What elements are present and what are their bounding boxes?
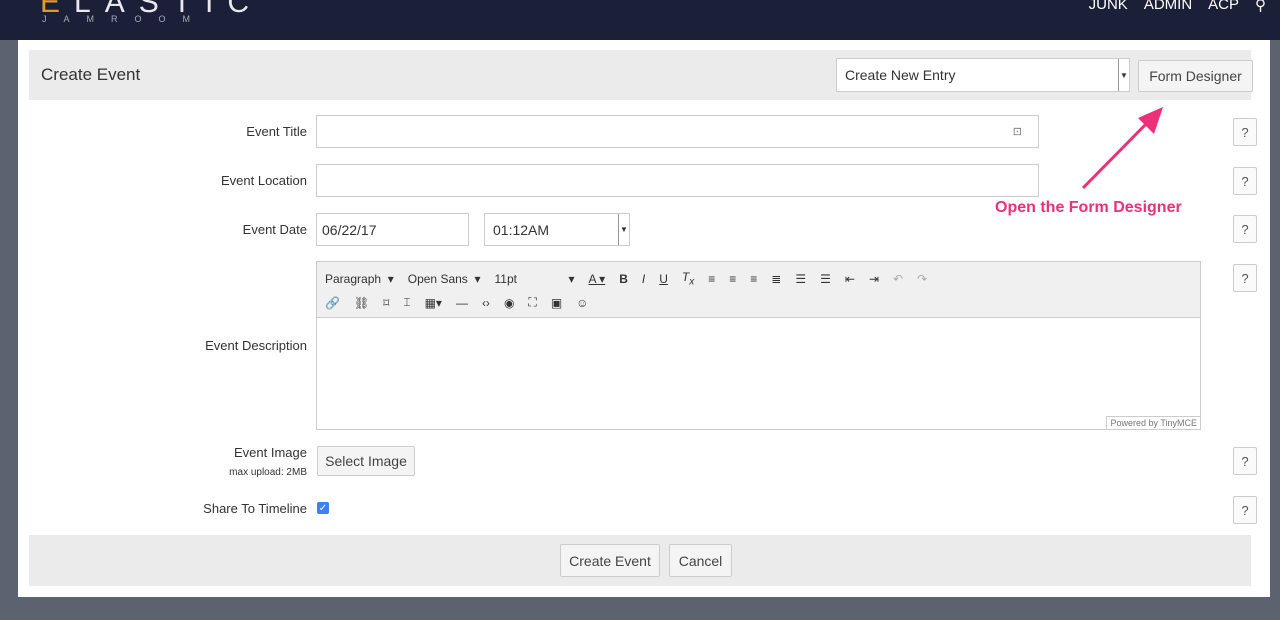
emoticon-icon[interactable]: ☺ <box>576 296 588 310</box>
horizontal-rule-icon[interactable]: — <box>456 296 468 310</box>
editor-toolbar: Paragraph ▾ Open Sans ▾ 11pt ▾ A ▾ B I U… <box>317 262 1200 318</box>
bookmark-icon[interactable]: ⌑ <box>383 296 389 310</box>
media-icon[interactable]: ▣ <box>551 296 562 310</box>
table-icon[interactable]: ▦▾ <box>425 296 442 310</box>
event-time-select[interactable]: 01:12AM ▼ <box>484 213 630 246</box>
chevron-down-icon: ▼ <box>618 214 629 245</box>
redo-icon[interactable]: ↷ <box>917 272 927 286</box>
event-title-label: Event Title <box>246 124 307 139</box>
format-dropdown[interactable]: Paragraph ▾ <box>325 272 394 286</box>
outdent-icon[interactable]: ⇤ <box>845 272 855 286</box>
italic-icon[interactable]: I <box>642 272 645 286</box>
entry-select[interactable]: Create New Entry ▼ <box>836 58 1130 92</box>
nav-acp[interactable]: ACP <box>1208 0 1239 14</box>
clear-format-icon[interactable]: Tx <box>682 270 694 287</box>
event-date-input[interactable]: 06/22/17 <box>316 213 469 246</box>
rich-text-editor[interactable]: Paragraph ▾ Open Sans ▾ 11pt ▾ A ▾ B I U… <box>316 261 1201 430</box>
event-description-label: Event Description <box>205 338 307 353</box>
logo-sub: JAMROOM <box>42 14 207 24</box>
form-panel: Create Event Create New Entry ▼ Form Des… <box>18 40 1270 597</box>
help-button[interactable]: ? <box>1233 264 1257 292</box>
annotation-text: Open the Form Designer <box>995 199 1182 216</box>
bullet-list-icon[interactable]: ☰ <box>795 272 806 286</box>
share-timeline-checkbox[interactable]: ✓ <box>317 502 329 514</box>
nav-junk[interactable]: JUNK <box>1089 0 1128 14</box>
event-location-input[interactable] <box>316 164 1039 197</box>
underline-icon[interactable]: U <box>659 272 668 286</box>
select-image-button[interactable]: Select Image <box>317 446 415 476</box>
search-icon[interactable]: ⚲ <box>1255 0 1266 14</box>
undo-icon[interactable]: ↶ <box>893 272 903 286</box>
event-time-value: 01:12AM <box>493 221 550 238</box>
arrow-annotation <box>1081 107 1163 190</box>
numbered-list-icon[interactable]: ☰ <box>820 272 831 286</box>
help-button[interactable]: ? <box>1233 447 1257 475</box>
preview-icon[interactable]: ◉ <box>504 296 514 310</box>
chevron-down-icon: ▼ <box>1118 59 1129 91</box>
form-footer: Create Event Cancel <box>29 535 1251 586</box>
help-button[interactable]: ? <box>1233 118 1257 146</box>
bold-icon[interactable]: B <box>619 272 628 286</box>
align-left-icon[interactable]: ≡ <box>708 272 715 286</box>
share-timeline-label: Share To Timeline <box>203 501 307 516</box>
link-icon[interactable]: 🔗 <box>325 296 340 310</box>
font-dropdown[interactable]: Open Sans ▾ <box>408 272 481 286</box>
code-icon[interactable]: ‹› <box>482 296 490 310</box>
help-button[interactable]: ? <box>1233 496 1257 524</box>
justify-icon[interactable]: ≣ <box>771 272 781 286</box>
create-event-button[interactable]: Create Event <box>560 544 660 577</box>
page-break-icon[interactable]: ⌶ <box>403 295 410 310</box>
fullscreen-icon[interactable]: ⛶ <box>528 295 536 310</box>
top-nav: ELASTIC JAMROOM JUNK ADMIN ACP ⚲ <box>0 0 1280 40</box>
text-color-icon[interactable]: A ▾ <box>589 272 606 286</box>
event-date-label: Event Date <box>242 222 307 237</box>
unlink-icon[interactable]: ⛓ <box>354 296 369 310</box>
help-button[interactable]: ? <box>1233 167 1257 195</box>
event-title-input[interactable]: ⊡ <box>316 115 1039 148</box>
help-button[interactable]: ? <box>1233 215 1257 243</box>
image-upload-hint: max upload: 2MB <box>229 467 307 478</box>
password-manager-icon[interactable]: ⊡ <box>1013 125 1022 138</box>
form-header: Create Event Create New Entry ▼ Form Des… <box>29 50 1253 100</box>
form-designer-button[interactable]: Form Designer <box>1138 60 1253 92</box>
indent-icon[interactable]: ⇥ <box>869 272 879 286</box>
align-center-icon[interactable]: ≡ <box>729 272 736 286</box>
event-location-label: Event Location <box>220 173 307 188</box>
align-right-icon[interactable]: ≡ <box>750 272 757 286</box>
cancel-button[interactable]: Cancel <box>669 544 732 577</box>
nav-admin[interactable]: ADMIN <box>1144 0 1192 14</box>
entry-select-value: Create New Entry <box>845 67 956 83</box>
size-dropdown[interactable]: 11pt ▾ <box>495 272 575 286</box>
page-title: Create Event <box>41 65 141 84</box>
powered-by[interactable]: Powered by TinyMCE <box>1106 416 1200 429</box>
event-image-label: Event Image <box>234 445 307 460</box>
